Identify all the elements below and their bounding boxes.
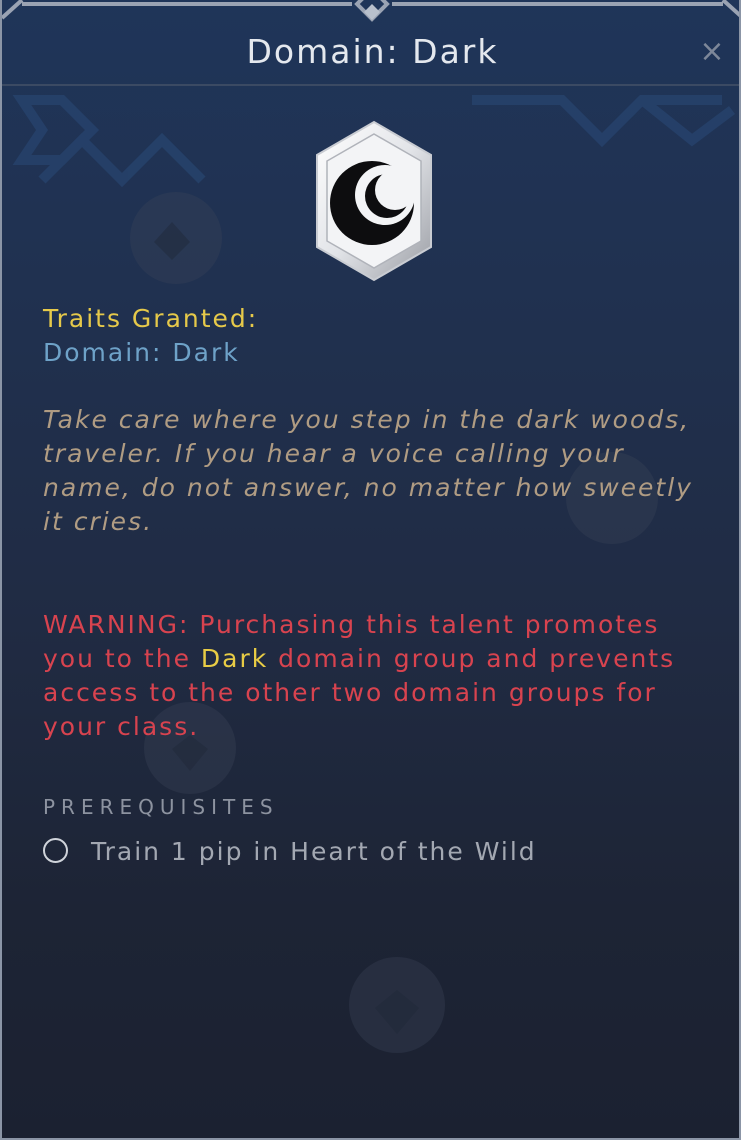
ornament-left <box>12 95 100 165</box>
trait-domain-dark: Domain: Dark <box>43 338 240 367</box>
ornament-right-chain <box>638 96 735 147</box>
prerequisite-item: Train 1 pip in Heart of the Wild <box>43 834 643 870</box>
tooltip-header: Domain: Dark × <box>2 0 739 86</box>
unmet-circle-icon <box>43 838 68 863</box>
ornament-left-chain <box>38 132 206 188</box>
tooltip-title: Domain: Dark <box>246 32 499 71</box>
prerequisites-heading: PREREQUISITES <box>43 795 279 819</box>
crescent-moon-icon <box>316 120 432 282</box>
warning-highlight: Dark <box>200 644 269 673</box>
flavor-text: Take care where you step in the dark woo… <box>43 405 693 536</box>
warning-text: WARNING: Purchasing this talent promotes… <box>43 608 713 744</box>
close-button[interactable]: × <box>692 32 732 72</box>
prerequisite-label: Train 1 pip in Heart of the Wild <box>91 837 537 866</box>
traits-heading: Traits Granted: <box>43 304 259 333</box>
talent-tooltip-panel: Domain: Dark × Traits Granted: Domain: D… <box>0 0 741 1140</box>
